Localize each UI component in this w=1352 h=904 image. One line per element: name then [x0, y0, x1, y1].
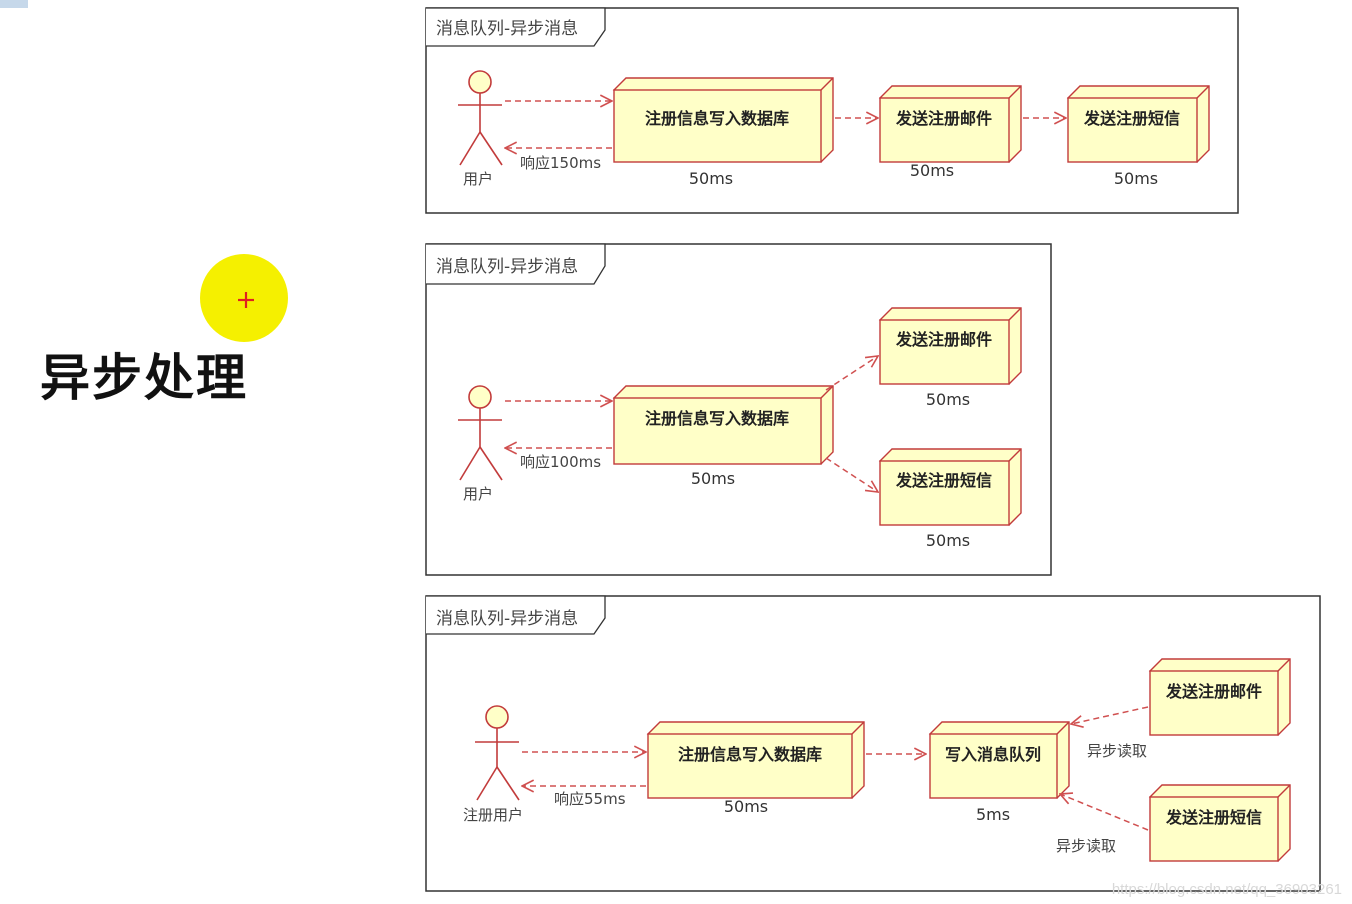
actor-label-3: 注册用户 — [463, 806, 523, 824]
node-label: 发送注册邮件 — [895, 330, 992, 349]
diagram-3: 消息队列-异步消息 注册用户 响应55ms 注册信息写入数据库 50ms 写入消… — [425, 595, 1321, 892]
node-time: 5ms — [976, 805, 1010, 824]
actor-figure-2 — [458, 385, 503, 481]
node-email-1: 发送注册邮件 — [878, 85, 1022, 163]
read-label: 异步读取 — [1087, 742, 1147, 760]
response-label-2: 响应100ms — [520, 453, 601, 471]
node-label: 发送注册邮件 — [1165, 682, 1262, 701]
actor-figure-1 — [458, 70, 503, 166]
read-arrow — [1060, 794, 1149, 831]
node-sms-3: 发送注册短信 — [1148, 784, 1291, 862]
node-queue-3: 写入消息队列 — [928, 721, 1070, 799]
node-db-3: 注册信息写入数据库 — [646, 721, 865, 799]
node-time: 50ms — [691, 469, 735, 488]
diagram-1: 消息队列-异步消息 用户 响应150ms 注册信息写入数据库 50ms 发送注册… — [425, 7, 1239, 214]
cursor-highlight — [200, 254, 288, 342]
read-label: 异步读取 — [1056, 837, 1116, 855]
node-label: 发送注册短信 — [1083, 109, 1180, 128]
node-label: 发送注册短信 — [895, 471, 992, 490]
node-label: 注册信息写入数据库 — [645, 109, 789, 128]
flow-arrow — [825, 356, 878, 391]
node-label: 写入消息队列 — [945, 745, 1041, 764]
diagram-canvas: 消息队列-异步消息 用户 响应150ms 注册信息写入数据库 50ms 发送注册… — [200, 7, 1321, 892]
actor-figure-3 — [475, 705, 520, 801]
node-db-2: 注册信息写入数据库 — [612, 385, 834, 465]
frame-label-2: 消息队列-异步消息 — [436, 257, 578, 277]
read-arrow — [1071, 706, 1149, 724]
actor-label-2: 用户 — [463, 485, 493, 503]
node-time: 50ms — [926, 531, 970, 550]
flow-arrow — [825, 457, 878, 492]
actor-label-1: 用户 — [463, 170, 493, 188]
node-label: 注册信息写入数据库 — [645, 409, 789, 428]
node-db-1: 注册信息写入数据库 — [612, 77, 834, 163]
node-email-3: 发送注册邮件 — [1148, 658, 1291, 736]
diagram-2: 消息队列-异步消息 用户 响应100ms 注册信息写入数据库 50ms 发送注册… — [425, 243, 1052, 576]
frame-label-3: 消息队列-异步消息 — [436, 609, 578, 629]
response-label-1: 响应150ms — [520, 154, 601, 172]
node-time: 50ms — [926, 390, 970, 409]
node-label: 注册信息写入数据库 — [678, 745, 822, 764]
node-sms-2: 发送注册短信 — [878, 448, 1022, 526]
node-time: 50ms — [1114, 169, 1158, 188]
watermark: https://blog.csdn.net/qq_36903261 — [1111, 881, 1342, 898]
node-time: 50ms — [689, 169, 733, 188]
node-sms-1: 发送注册短信 — [1066, 85, 1210, 163]
node-time: 50ms — [910, 161, 954, 180]
node-label: 发送注册短信 — [1165, 808, 1262, 827]
frame-label-1: 消息队列-异步消息 — [436, 19, 578, 39]
node-label: 发送注册邮件 — [895, 109, 992, 128]
response-label-3: 响应55ms — [554, 790, 626, 808]
node-time: 50ms — [724, 797, 768, 816]
node-email-2: 发送注册邮件 — [878, 307, 1022, 385]
